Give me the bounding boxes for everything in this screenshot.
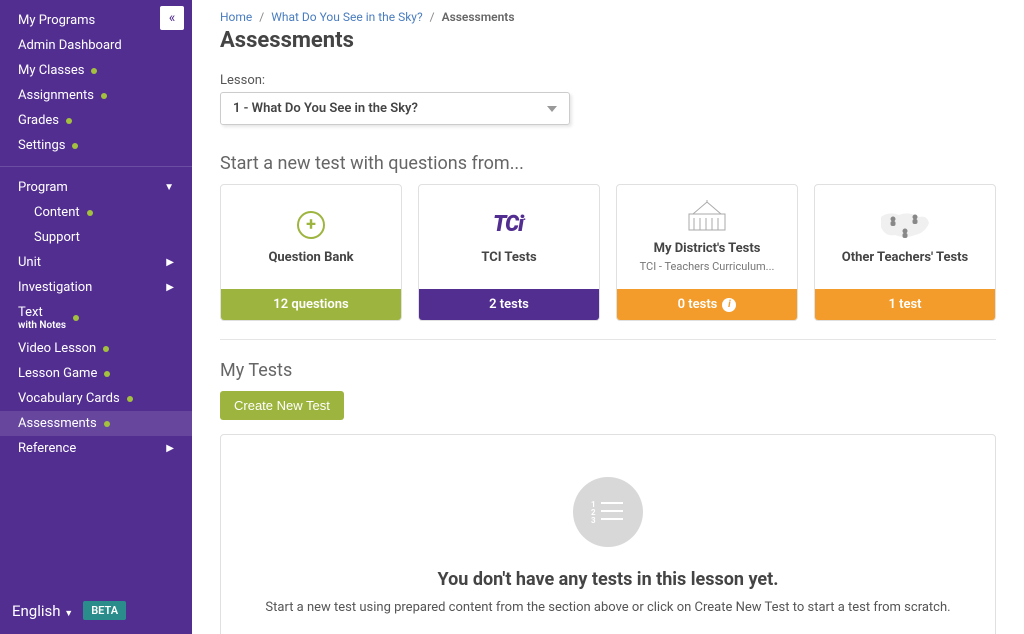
breadcrumb-lesson[interactable]: What Do You See in the Sky? xyxy=(271,10,422,24)
sidebar-item-label: Video Lesson xyxy=(18,341,96,356)
sidebar-item-label: Admin Dashboard xyxy=(18,38,122,53)
status-dot-icon xyxy=(101,93,107,99)
sidebar-item-support[interactable]: Support xyxy=(0,225,192,250)
start-test-section-title: Start a new test with questions from... xyxy=(220,153,996,174)
status-dot-icon xyxy=(104,421,110,427)
sidebar-item-label: Settings xyxy=(18,138,65,153)
sidebar-item-label: Grades xyxy=(18,113,59,128)
main-content: Home / What Do You See in the Sky? / Ass… xyxy=(192,0,1024,634)
sidebar-item-program[interactable]: Program ▼ xyxy=(0,175,192,200)
sidebar-item-vocabulary-cards[interactable]: Vocabulary Cards xyxy=(0,386,192,411)
sidebar-item-text[interactable]: Text with Notes xyxy=(0,300,192,336)
sidebar-item-label: My Classes xyxy=(18,63,84,78)
sidebar-item-lesson-game[interactable]: Lesson Game xyxy=(0,361,192,386)
collapse-icon: « xyxy=(169,10,176,26)
sidebar-item-label: Text with Notes xyxy=(18,305,66,331)
sidebar-item-reference[interactable]: Reference ▶ xyxy=(0,436,192,461)
sidebar-item-grades[interactable]: Grades xyxy=(0,108,192,133)
card-title: My District's Tests xyxy=(654,241,761,256)
sidebar-item-label: Assignments xyxy=(18,88,94,103)
card-question-bank[interactable]: + Question Bank 12 questions xyxy=(220,184,402,321)
sidebar-item-assessments[interactable]: Assessments xyxy=(0,411,192,436)
card-title: Question Bank xyxy=(268,250,353,265)
sidebar-item-settings[interactable]: Settings xyxy=(0,133,192,158)
card-footer: 0 tests i xyxy=(617,289,797,320)
test-source-cards: + Question Bank 12 questions TCi. TCI Te… xyxy=(220,184,996,321)
sidebar-item-video-lesson[interactable]: Video Lesson xyxy=(0,336,192,361)
divider xyxy=(220,339,996,340)
lesson-label: Lesson: xyxy=(220,73,996,88)
building-icon xyxy=(683,199,731,233)
sidebar-item-label: Program xyxy=(18,180,68,195)
card-other-teachers-tests[interactable]: Other Teachers' Tests 1 test xyxy=(814,184,996,321)
card-footer: 2 tests xyxy=(419,289,599,320)
breadcrumb: Home / What Do You See in the Sky? / Ass… xyxy=(220,10,996,24)
lesson-dropdown-value: 1 - What Do You See in the Sky? xyxy=(233,101,418,116)
status-dot-icon xyxy=(72,143,78,149)
sidebar-program-nav: Program ▼ Content Support Unit ▶ Investi… xyxy=(0,166,192,461)
sidebar-item-label: My Programs xyxy=(18,13,95,28)
sidebar-item-my-classes[interactable]: My Classes xyxy=(0,58,192,83)
beta-badge: BETA xyxy=(83,601,126,620)
sidebar-item-label: Investigation xyxy=(18,280,92,295)
sidebar-item-assignments[interactable]: Assignments xyxy=(0,83,192,108)
sidebar-item-label: Lesson Game xyxy=(18,366,97,381)
card-footer: 1 test xyxy=(815,289,995,320)
sidebar-footer: English ▼ BETA xyxy=(0,587,192,634)
status-dot-icon xyxy=(103,346,109,352)
language-selector[interactable]: English ▼ xyxy=(12,602,73,620)
card-district-tests[interactable]: My District's Tests TCI - Teachers Curri… xyxy=(616,184,798,321)
plus-circle-icon: + xyxy=(297,208,325,242)
sidebar-item-content[interactable]: Content xyxy=(0,200,192,225)
card-subtitle: TCI - Teachers Curriculum... xyxy=(640,260,775,273)
status-dot-icon xyxy=(127,396,133,402)
sidebar-collapse-button[interactable]: « xyxy=(160,6,184,30)
sidebar-item-label: Assessments xyxy=(18,416,97,431)
chevron-right-icon: ▶ xyxy=(166,282,174,293)
status-dot-icon xyxy=(73,315,79,321)
status-dot-icon xyxy=(91,68,97,74)
chevron-down-icon: ▼ xyxy=(164,182,174,193)
status-dot-icon xyxy=(66,118,72,124)
breadcrumb-current: Assessments xyxy=(442,10,515,24)
card-title: TCI Tests xyxy=(481,250,536,265)
my-tests-title: My Tests xyxy=(220,360,996,381)
empty-subtitle: Start a new test using prepared content … xyxy=(241,600,975,615)
sidebar-item-label: Support xyxy=(34,230,80,245)
sidebar-item-label: Vocabulary Cards xyxy=(18,391,120,406)
empty-title: You don't have any tests in this lesson … xyxy=(241,569,975,590)
card-title: Other Teachers' Tests xyxy=(842,250,969,265)
svg-text:3: 3 xyxy=(591,516,596,525)
create-new-test-button[interactable]: Create New Test xyxy=(220,391,344,420)
lesson-dropdown[interactable]: 1 - What Do You See in the Sky? xyxy=(220,92,570,125)
people-map-icon xyxy=(879,208,931,242)
breadcrumb-home[interactable]: Home xyxy=(220,10,252,24)
chevron-down-icon xyxy=(547,106,557,112)
status-dot-icon xyxy=(87,210,93,216)
sidebar-item-label: Content xyxy=(34,205,80,220)
sidebar-item-admin-dashboard[interactable]: Admin Dashboard xyxy=(0,33,192,58)
chevron-right-icon: ▶ xyxy=(166,443,174,454)
sidebar: « My Programs Admin Dashboard My Classes… xyxy=(0,0,192,634)
sidebar-item-label: Unit xyxy=(18,255,41,270)
tci-logo-icon: TCi. xyxy=(493,208,525,242)
caret-down-icon: ▼ xyxy=(64,609,73,619)
page-title: Assessments xyxy=(220,28,996,53)
sidebar-item-unit[interactable]: Unit ▶ xyxy=(0,250,192,275)
sidebar-item-investigation[interactable]: Investigation ▶ xyxy=(0,275,192,300)
list-placeholder-icon: 123 xyxy=(573,477,643,547)
empty-tests-state: 123 You don't have any tests in this les… xyxy=(220,434,996,634)
chevron-right-icon: ▶ xyxy=(166,257,174,268)
card-tci-tests[interactable]: TCi. TCI Tests 2 tests xyxy=(418,184,600,321)
sidebar-item-label: Reference xyxy=(18,441,76,456)
info-icon: i xyxy=(722,298,736,312)
status-dot-icon xyxy=(104,371,110,377)
card-footer: 12 questions xyxy=(221,289,401,320)
